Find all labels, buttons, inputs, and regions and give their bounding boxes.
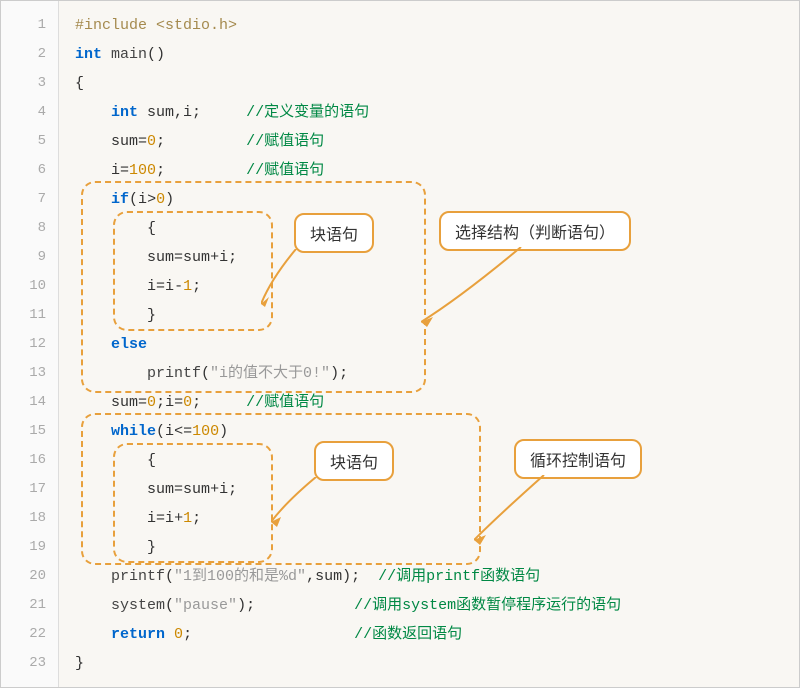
line-number: 23 [1, 649, 46, 678]
line-number: 22 [1, 620, 46, 649]
line-number: 7 [1, 185, 46, 214]
code-line: else [75, 330, 799, 359]
code-line: #include <stdio.h> [75, 11, 799, 40]
code-line: printf("i的值不大于0!"); [75, 359, 799, 388]
code-line: while(i<=100) [75, 417, 799, 446]
code-editor: 1 2 3 4 5 6 7 8 9 10 11 12 13 14 15 16 1… [0, 0, 800, 688]
code-line: sum=0;i=0; //赋值语句 [75, 388, 799, 417]
code-line: i=i-1; [75, 272, 799, 301]
code-area: #include <stdio.h> int main() { int sum,… [59, 1, 799, 687]
code-line: } [75, 533, 799, 562]
line-number: 12 [1, 330, 46, 359]
code-line: return 0; //函数返回语句 [75, 620, 799, 649]
line-number: 2 [1, 40, 46, 69]
line-number: 5 [1, 127, 46, 156]
code-line: int sum,i; //定义变量的语句 [75, 98, 799, 127]
line-number: 15 [1, 417, 46, 446]
line-number: 4 [1, 98, 46, 127]
code-line: i=i+1; [75, 504, 799, 533]
line-number: 13 [1, 359, 46, 388]
code-line: { [75, 446, 799, 475]
line-number: 19 [1, 533, 46, 562]
line-number: 1 [1, 11, 46, 40]
code-line: sum=sum+i; [75, 475, 799, 504]
code-line: { [75, 214, 799, 243]
line-number: 8 [1, 214, 46, 243]
code-line: sum=0; //赋值语句 [75, 127, 799, 156]
code-line: if(i>0) [75, 185, 799, 214]
code-line: int main() [75, 40, 799, 69]
code-line: { [75, 69, 799, 98]
code-line: system("pause"); //调用system函数暂停程序运行的语句 [75, 591, 799, 620]
line-number: 10 [1, 272, 46, 301]
code-line: } [75, 649, 799, 678]
code-line: sum=sum+i; [75, 243, 799, 272]
line-number: 3 [1, 69, 46, 98]
line-number: 11 [1, 301, 46, 330]
line-number: 20 [1, 562, 46, 591]
code-line: printf("1到100的和是%d",sum); //调用printf函数语句 [75, 562, 799, 591]
code-line: i=100; //赋值语句 [75, 156, 799, 185]
line-number: 9 [1, 243, 46, 272]
line-number-gutter: 1 2 3 4 5 6 7 8 9 10 11 12 13 14 15 16 1… [1, 1, 59, 687]
line-number: 14 [1, 388, 46, 417]
line-number: 18 [1, 504, 46, 533]
line-number: 17 [1, 475, 46, 504]
code-line: } [75, 301, 799, 330]
line-number: 21 [1, 591, 46, 620]
line-number: 6 [1, 156, 46, 185]
line-number: 16 [1, 446, 46, 475]
